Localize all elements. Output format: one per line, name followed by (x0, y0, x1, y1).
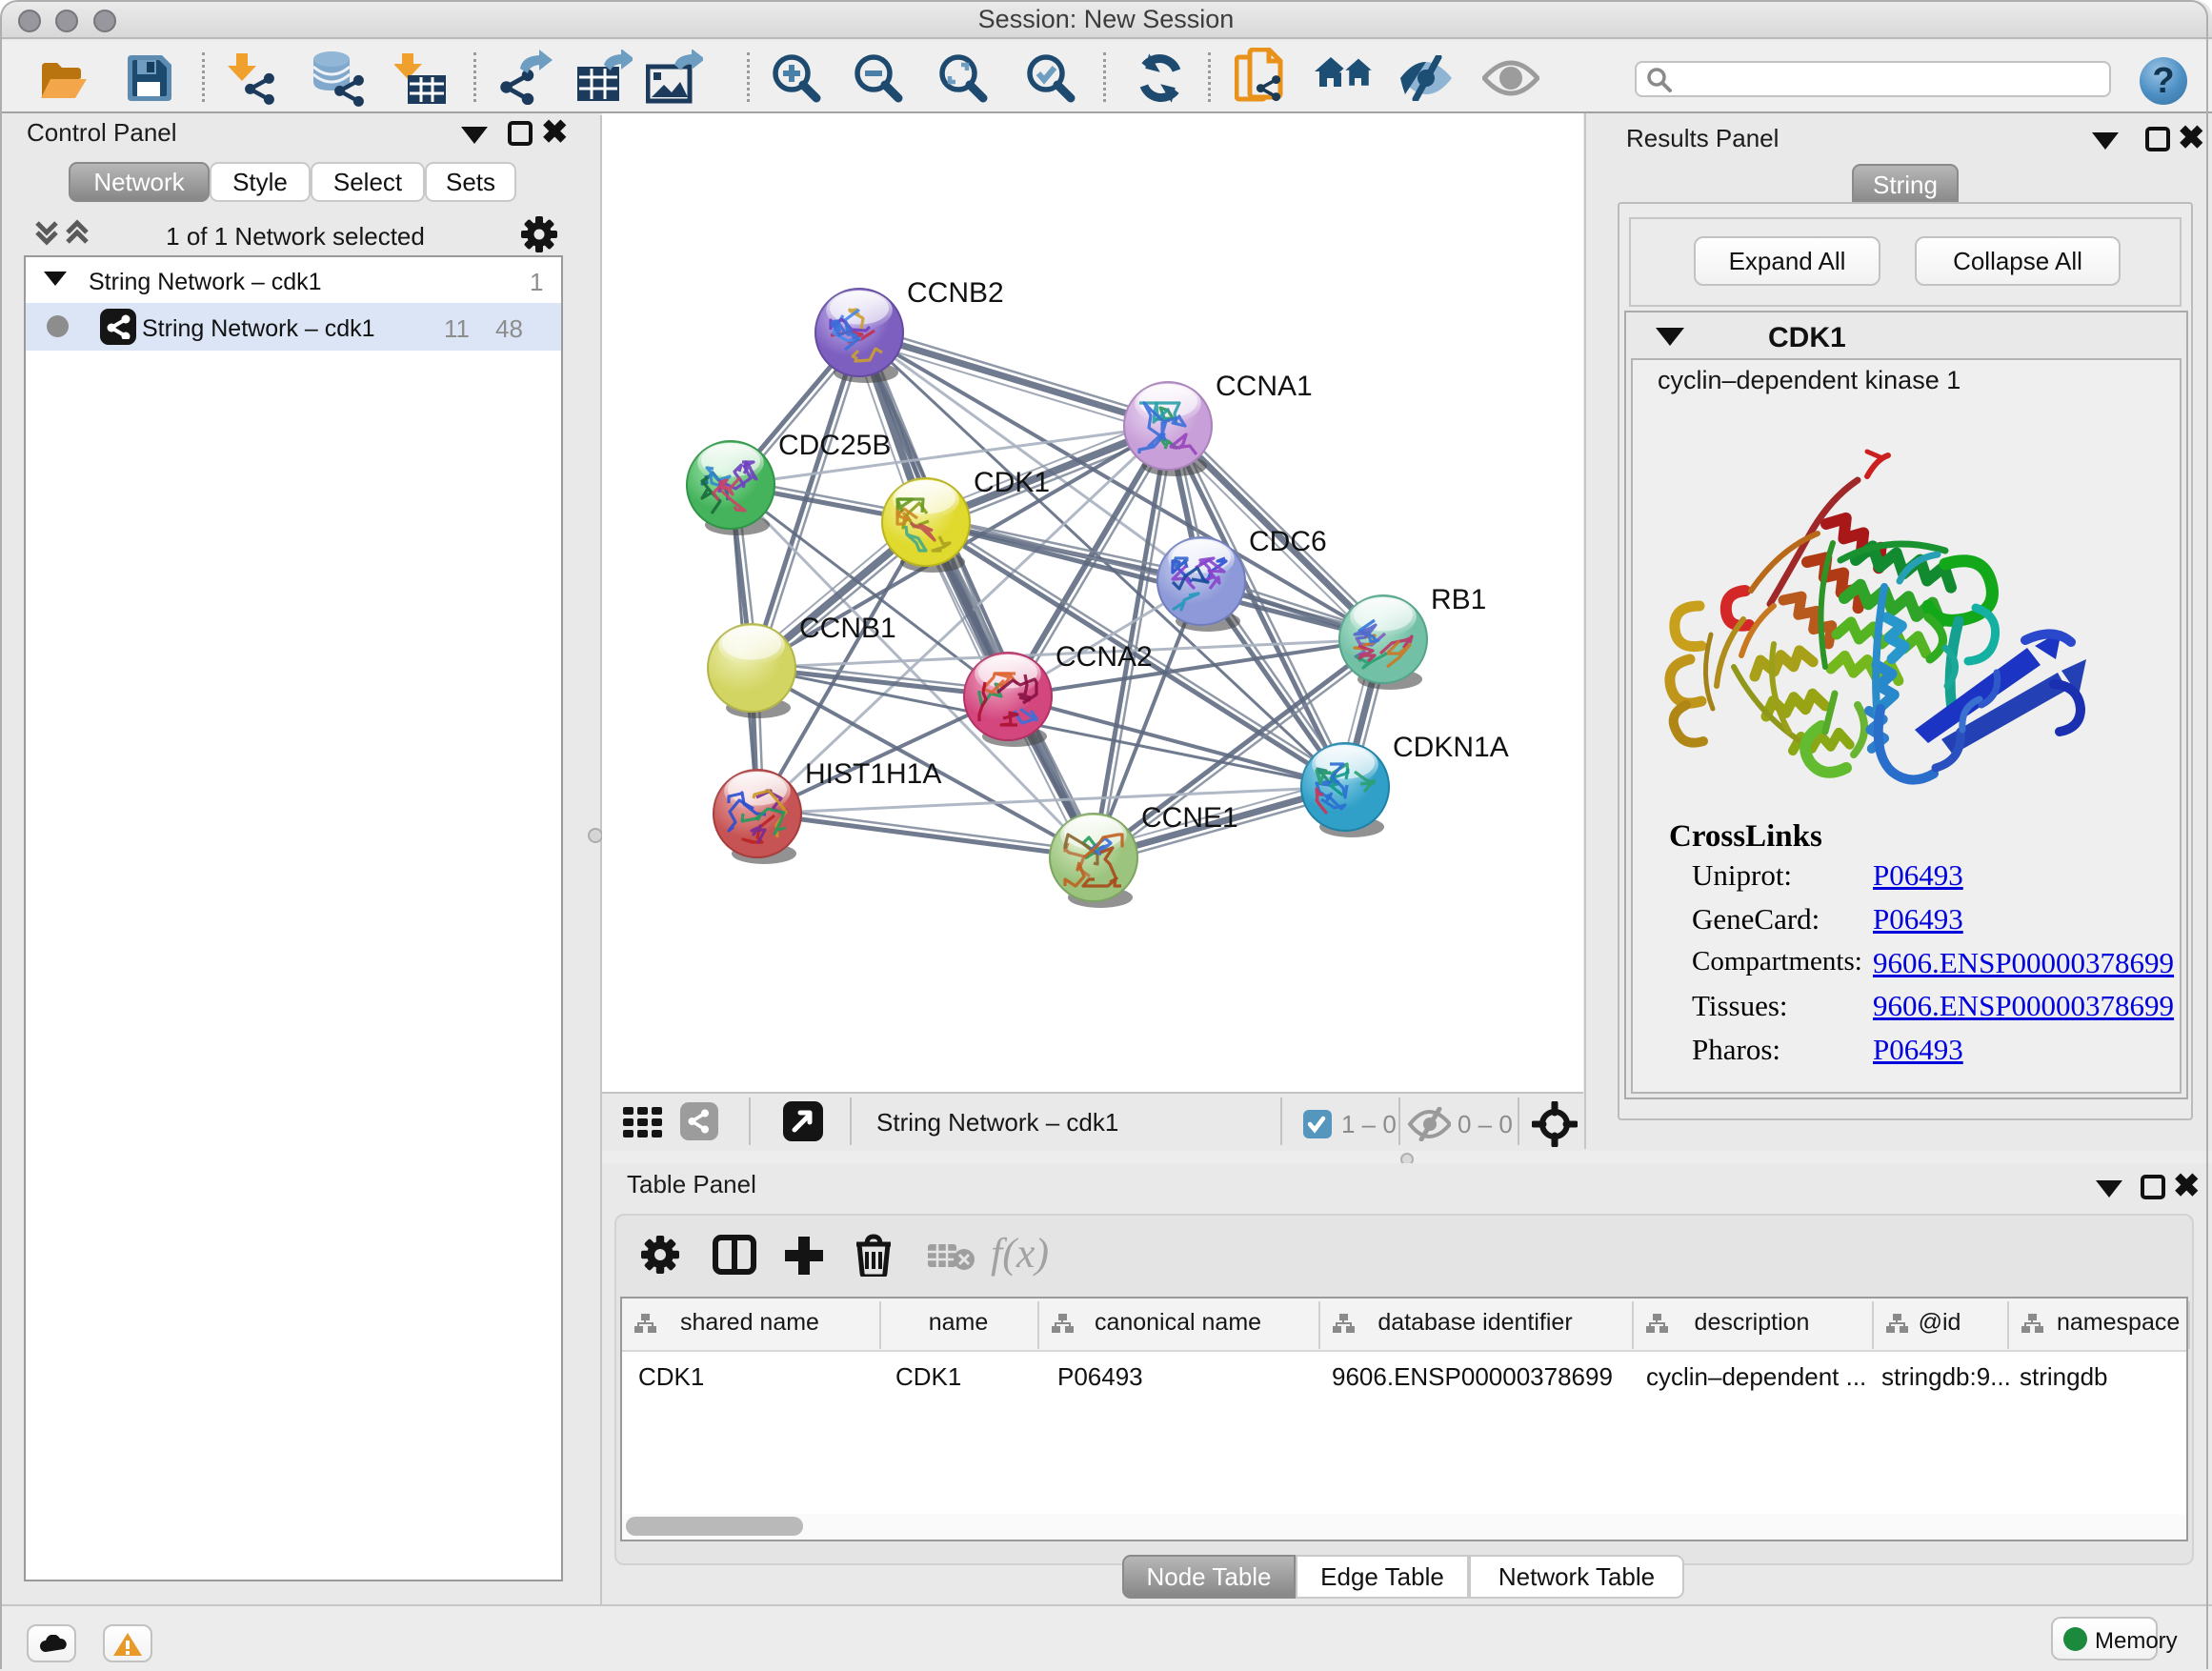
svg-text:CDC25B: CDC25B (778, 430, 891, 461)
svg-text:CDK1: CDK1 (974, 467, 1050, 498)
svg-text:HIST1H1A: HIST1H1A (805, 758, 941, 790)
svg-text:CCNB2: CCNB2 (907, 277, 1004, 309)
svg-text:CCNA1: CCNA1 (1216, 371, 1313, 402)
svg-text:CDKN1A: CDKN1A (1393, 732, 1509, 763)
svg-text:CDC6: CDC6 (1249, 526, 1327, 557)
svg-text:RB1: RB1 (1431, 584, 1486, 615)
svg-text:CCNA2: CCNA2 (1056, 641, 1153, 673)
svg-text:?: ? (2152, 61, 2174, 101)
svg-text:CCNE1: CCNE1 (1141, 802, 1238, 834)
svg-text:CCNB1: CCNB1 (799, 613, 896, 644)
